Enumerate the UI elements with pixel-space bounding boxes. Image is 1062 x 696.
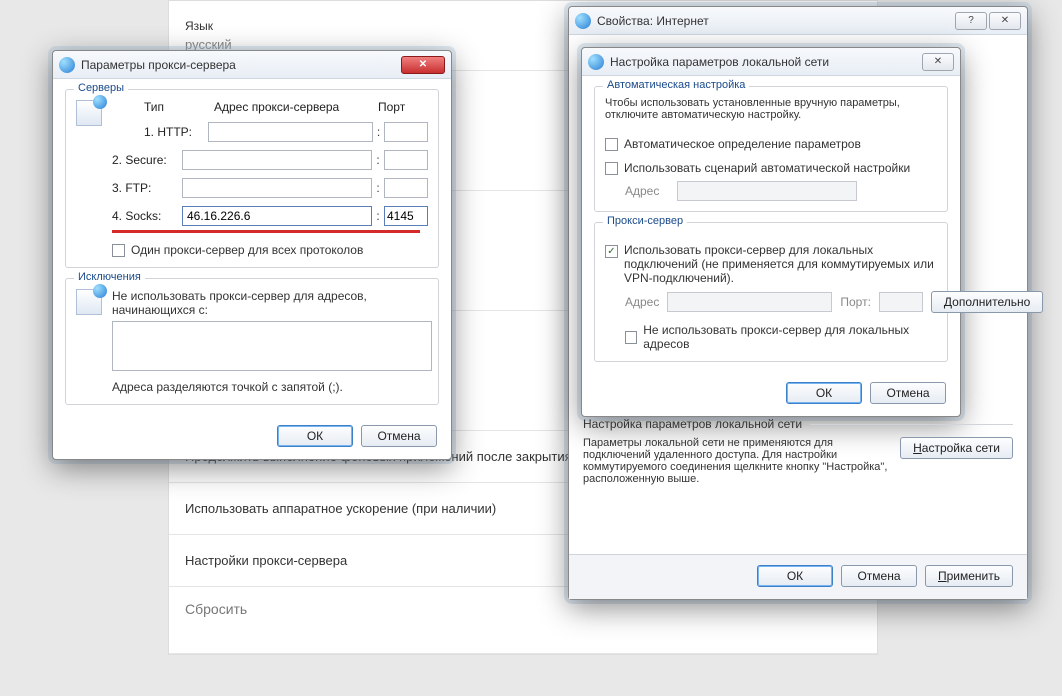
colon: : [372, 181, 384, 195]
proxy-address-label: Адрес [625, 295, 659, 309]
titlebar[interactable]: Свойства: Интернет ? ✕ [569, 7, 1027, 35]
row-secure: 2. Secure: : [76, 150, 428, 170]
proxy-button-bar: ОК Отмена [53, 415, 451, 459]
use-proxy-checkbox[interactable] [605, 245, 618, 258]
bypass-local-row: Не использовать прокси-сервер для локаль… [625, 323, 937, 351]
one-proxy-checkbox[interactable] [112, 244, 125, 257]
label-ftp: 3. FTP: [112, 181, 182, 195]
servers-group-title: Серверы [74, 82, 128, 94]
cancel-button[interactable]: Отмена [841, 565, 917, 587]
http-address-input[interactable] [208, 122, 373, 142]
ok-button[interactable]: ОК [786, 382, 862, 404]
help-icon[interactable]: ? [955, 12, 987, 30]
auto-script-checkbox[interactable] [605, 162, 618, 175]
use-proxy-label: Использовать прокси-сервер для локальных… [624, 243, 937, 285]
auto-script-label: Использовать сценарий автоматической нас… [624, 161, 910, 175]
proxy-port-input [879, 292, 923, 312]
window-title: Настройка параметров локальной сети [610, 55, 922, 69]
apply-button[interactable]: Применить [925, 565, 1013, 587]
auto-config-group: Автоматическая настройка Чтобы использов… [594, 86, 948, 212]
network-icon [76, 100, 102, 126]
servers-header-row: Тип Адрес прокси-сервера Порт [108, 100, 428, 114]
auto-detect-checkbox[interactable] [605, 138, 618, 151]
script-address-row: Адрес [625, 181, 937, 201]
proxy-port-label: Порт: [840, 295, 871, 309]
colon: : [372, 153, 384, 167]
bypass-local-checkbox[interactable] [625, 331, 637, 344]
label-secure: 2. Secure: [112, 153, 182, 167]
auto-detect-row: Автоматическое определение параметров [605, 137, 937, 151]
proxy-settings-window: Параметры прокси-сервера ✕ Серверы Тип А… [52, 50, 452, 460]
label-http: 1. HTTP: [144, 125, 208, 139]
hdr-addr: Адрес прокси-сервера [214, 100, 378, 114]
script-address-input [677, 181, 857, 201]
secure-port-input[interactable] [384, 150, 428, 170]
exclusions-note: Не использовать прокси-сервер для адресо… [112, 289, 428, 317]
exclusions-textarea[interactable] [112, 321, 432, 371]
lan-section-body: Параметры локальной сети не применяются … [569, 431, 1027, 485]
row-socks: 4. Socks: : [76, 206, 428, 226]
globe-icon [59, 57, 75, 73]
auto-script-row: Использовать сценарий автоматической нас… [605, 161, 937, 175]
one-proxy-label: Один прокси-сервер для всех протоколов [131, 243, 363, 257]
lan-settings-button[interactable]: Настройка сети [900, 437, 1013, 459]
use-proxy-row: Использовать прокси-сервер для локальных… [605, 243, 937, 285]
window-title: Параметры прокси-сервера [81, 58, 401, 72]
http-port-input[interactable] [384, 122, 428, 142]
close-icon[interactable]: ✕ [989, 12, 1021, 30]
titlebar[interactable]: Параметры прокси-сервера ✕ [53, 51, 451, 79]
ftp-port-input[interactable] [384, 178, 428, 198]
colon: : [373, 125, 384, 139]
one-proxy-row: Один прокси-сервер для всех протоколов [112, 243, 428, 257]
exclusions-hint: Адреса разделяются точкой с запятой (;). [112, 380, 428, 394]
lan-section-desc: Параметры локальной сети не применяются … [583, 437, 888, 485]
inet-button-bar: ОК Отмена Применить [569, 554, 1027, 599]
script-address-label: Адрес [625, 184, 669, 198]
proxy-address-input [667, 292, 832, 312]
ok-button[interactable]: ОК [757, 565, 833, 587]
auto-config-note: Чтобы использовать установленные вручную… [605, 97, 937, 127]
bg-row-spacer-4 [169, 617, 877, 654]
lan-section-title: Настройка параметров локальной сети [583, 417, 802, 431]
window-title: Свойства: Интернет [597, 14, 955, 28]
auto-config-title: Автоматическая настройка [603, 79, 749, 91]
proxy-server-title: Прокси-сервер [603, 215, 687, 227]
bypass-local-label: Не использовать прокси-сервер для локаль… [643, 323, 937, 351]
globe-icon [588, 54, 604, 70]
row-ftp: 3. FTP: : [76, 178, 428, 198]
titlebar[interactable]: Настройка параметров локальной сети ✕ [582, 48, 960, 76]
exclusions-group-title: Исключения [74, 271, 145, 283]
servers-group: Серверы Тип Адрес прокси-сервера Порт 1.… [65, 89, 439, 268]
ok-button[interactable]: ОК [277, 425, 353, 447]
lan-section-separator: Настройка параметров локальной сети [583, 417, 1013, 431]
cancel-button[interactable]: Отмена [361, 425, 437, 447]
hdr-type: Тип [144, 100, 214, 114]
internet-properties-window: Свойства: Интернет ? ✕ Настройка парамет… [568, 6, 1028, 600]
close-icon[interactable]: ✕ [922, 53, 954, 71]
row-http: 1. HTTP: : [108, 122, 428, 142]
proxy-server-group: Прокси-сервер Использовать прокси-сервер… [594, 222, 948, 362]
advanced-button[interactable]: Дополнительно [931, 291, 1043, 313]
close-icon[interactable]: ✕ [401, 56, 445, 74]
colon: : [372, 209, 384, 223]
hdr-port: Порт [378, 100, 428, 114]
exclusions-group: Исключения Не использовать прокси-сервер… [65, 278, 439, 405]
proxy-address-row: Адрес Порт: Дополнительно [625, 291, 937, 313]
cancel-button[interactable]: Отмена [870, 382, 946, 404]
socks-port-input[interactable] [384, 206, 428, 226]
ftp-address-input[interactable] [182, 178, 372, 198]
network-icon [76, 289, 102, 315]
label-socks: 4. Socks: [112, 209, 182, 223]
lan-settings-window: Настройка параметров локальной сети ✕ Ав… [581, 47, 961, 417]
highlight-line [112, 230, 420, 233]
auto-detect-label: Автоматическое определение параметров [624, 137, 861, 151]
globe-icon [575, 13, 591, 29]
socks-address-input[interactable] [182, 206, 372, 226]
secure-address-input[interactable] [182, 150, 372, 170]
separator-line [810, 424, 1013, 425]
